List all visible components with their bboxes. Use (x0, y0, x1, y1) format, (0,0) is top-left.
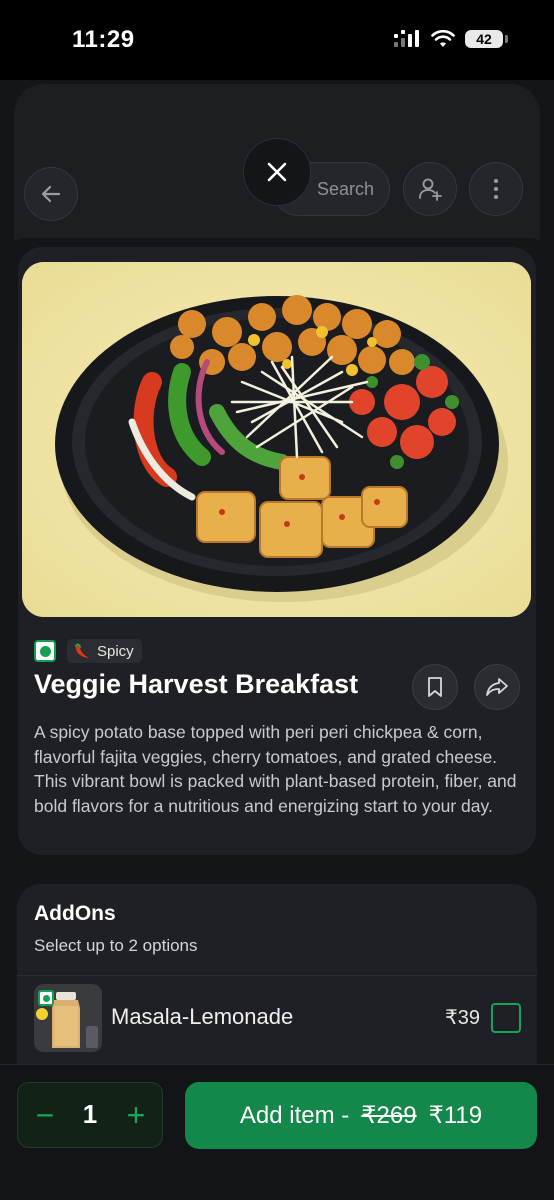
addons-title: AddOns (34, 902, 116, 925)
group-order-button[interactable] (403, 162, 457, 216)
addon-name: Masala-Lemonade (111, 1004, 294, 1029)
more-vertical-icon (494, 179, 498, 199)
share-button[interactable] (474, 664, 520, 710)
status-time: 11:29 (72, 26, 135, 53)
battery-indicator: 42 (465, 30, 503, 48)
spicy-tag: Spicy (67, 639, 142, 663)
add-item-label: Add item - (239, 1101, 350, 1129)
discounted-price: ₹119 (428, 1102, 483, 1129)
wifi-icon (431, 30, 455, 47)
status-icons: 42 (393, 30, 508, 48)
close-icon (267, 162, 287, 182)
addon-checkbox[interactable] (491, 1003, 521, 1033)
add-item-button[interactable]: Add item - ₹269 ₹119 (185, 1082, 537, 1149)
original-price: ₹269 (361, 1102, 417, 1129)
addon-price: ₹39 (445, 1007, 480, 1029)
close-sheet-button[interactable] (243, 138, 311, 206)
addons-subtitle: Select up to 2 options (34, 936, 198, 955)
battery-nub (505, 35, 508, 43)
item-title: Veggie Harvest Breakfast (34, 669, 359, 699)
veg-indicator-icon (34, 640, 56, 662)
search-placeholder: Search (317, 178, 375, 199)
add-user-icon (419, 178, 442, 201)
cellular-signal-icon (394, 30, 419, 47)
divider (17, 975, 537, 976)
item-description: A spicy potato base topped with peri per… (34, 722, 517, 816)
share-icon (486, 678, 508, 696)
back-button[interactable] (24, 167, 78, 221)
food-bowl-illustration (22, 262, 531, 617)
increase-quantity-button[interactable]: + (120, 1097, 152, 1133)
food-image (22, 262, 531, 617)
more-options-button[interactable] (469, 162, 523, 216)
spicy-tag-label: Spicy (97, 642, 134, 660)
quantity-value: 1 (82, 1099, 98, 1129)
status-bar: 11:29 42 (0, 0, 554, 80)
bookmark-button[interactable] (412, 664, 458, 710)
addon-veg-indicator-icon (38, 990, 54, 1006)
decrease-quantity-button[interactable]: − (30, 1097, 60, 1133)
bookmark-icon (428, 677, 442, 697)
chili-pepper-icon (75, 643, 89, 658)
arrow-left-icon (41, 185, 61, 203)
